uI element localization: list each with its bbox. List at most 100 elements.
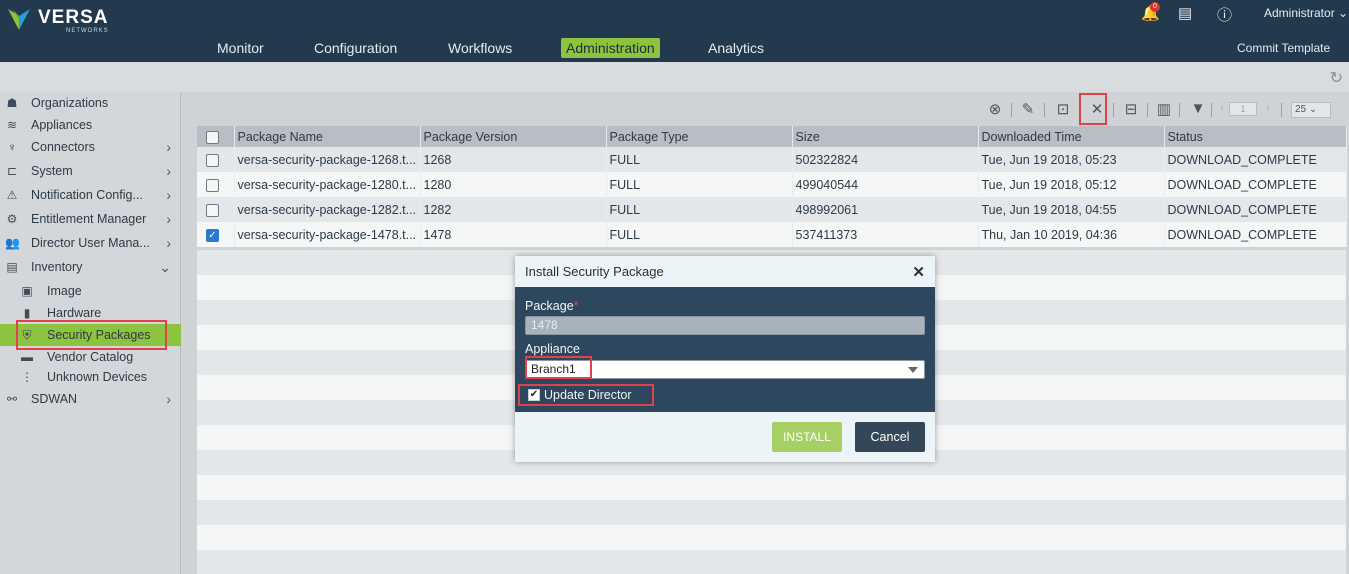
package-name-cell: versa-security-package-1282.t... — [234, 197, 421, 222]
dialog-header: Install Security Package ✕ — [515, 256, 935, 287]
highlight-appliance — [525, 356, 592, 379]
package-type-cell: FULL — [606, 197, 793, 222]
notification-icon: ⚠ — [6, 188, 18, 202]
size-cell: 537411373 — [792, 222, 979, 247]
toolbar-separator — [1281, 103, 1282, 117]
row-checkbox[interactable] — [206, 153, 219, 167]
versa-logo-mark-icon — [8, 9, 30, 30]
sidebar-item-label: Director User Mana... — [31, 236, 150, 250]
tasks-icon[interactable]: ▤ — [1178, 4, 1192, 22]
nav-monitor[interactable]: Monitor — [217, 38, 264, 58]
sidebar-item-entitlement-manager[interactable]: ⚙ Entitlement Manager › — [0, 208, 181, 230]
commit-template-link[interactable]: Commit Template — [1237, 41, 1330, 55]
grid-toolbar: ⊗ ✎ ⊡ ✕ ⊟ ▥ ▼ ‹ 1 › 25 ⌄ — [981, 93, 1341, 125]
sidebar-item-label: Entitlement Manager — [31, 212, 147, 226]
chevron-right-icon: › — [166, 391, 171, 407]
column-header[interactable]: Package Version — [420, 126, 607, 147]
sidebar-item-label: Appliances — [31, 118, 93, 132]
connectors-icon: ♆ — [7, 140, 17, 154]
sidebar-item-organizations[interactable]: ☗ Organizations — [0, 92, 181, 114]
remove-icon[interactable]: ⊟ — [1122, 100, 1140, 118]
cancel-button[interactable]: Cancel — [855, 422, 925, 452]
page-size-select[interactable]: 25 ⌄ — [1291, 102, 1331, 118]
sidebar: ☗ Organizations ≋ Appliances ♆ Connector… — [0, 92, 181, 574]
package-field[interactable]: 1478 — [525, 316, 925, 335]
row-checkbox[interactable] — [206, 203, 219, 217]
column-header[interactable]: Package Type — [606, 126, 793, 147]
install-security-package-dialog: Install Security Package ✕ Package* 1478… — [515, 256, 935, 462]
package-label-text: Package — [525, 299, 574, 313]
page-size-value: 25 — [1295, 104, 1307, 115]
row-select-cell[interactable] — [197, 147, 235, 172]
highlight-security-packages — [16, 320, 167, 350]
system-icon: ⊏ — [6, 164, 18, 178]
column-header[interactable]: Package Name — [234, 126, 421, 147]
package-type-cell: FULL — [606, 172, 793, 197]
column-header[interactable]: Downloaded Time — [978, 126, 1165, 147]
sidebar-item-director-users[interactable]: 👥 Director User Mana... › — [0, 232, 181, 254]
top-header: VERSA NETWORKS Monitor Configuration Wor… — [0, 0, 1349, 62]
select-all-checkbox[interactable] — [206, 130, 219, 144]
sidebar-item-system[interactable]: ⊏ System › — [0, 160, 181, 182]
page-number-input[interactable]: 1 — [1229, 102, 1257, 116]
row-checkbox-checked[interactable]: ✓ — [206, 228, 219, 242]
user-menu[interactable]: Administrator ⌄ — [1264, 6, 1348, 20]
row-select-cell[interactable]: ✓ — [197, 222, 235, 247]
image-icon: ▣ — [21, 284, 33, 298]
downloaded-time-cell: Tue, Jun 19 2018, 05:23 — [978, 147, 1165, 172]
sidebar-item-image[interactable]: ▣ Image — [0, 280, 181, 302]
next-page-icon[interactable]: › — [1259, 100, 1277, 114]
versa-logo[interactable]: VERSA NETWORKS — [4, 4, 114, 34]
column-header[interactable]: Status — [1164, 126, 1347, 147]
sidebar-item-unknown-devices[interactable]: ⋮ Unknown Devices — [0, 366, 181, 388]
chevron-down-icon: ⌄ — [159, 259, 171, 275]
users-icon: 👥 — [5, 236, 20, 250]
edit-icon[interactable]: ✎ — [1019, 100, 1037, 118]
columns-icon[interactable]: ▥ — [1155, 100, 1173, 118]
refresh-icon[interactable]: ↻ — [1330, 68, 1343, 88]
chevron-right-icon: › — [166, 163, 171, 179]
toolbar-separator — [1044, 103, 1045, 117]
bell-icon[interactable]: 🔔 0 — [1141, 2, 1160, 22]
close-icon[interactable]: ✕ — [912, 263, 925, 281]
nav-administration[interactable]: Administration — [561, 38, 660, 58]
status-cell: DOWNLOAD_COMPLETE — [1164, 172, 1347, 197]
table-row[interactable]: versa-security-package-1280.t... 1280 FU… — [197, 172, 1347, 197]
table-row[interactable]: versa-security-package-1268.t... 1268 FU… — [197, 147, 1347, 172]
toolbar-separator — [1011, 103, 1012, 117]
info-icon[interactable]: ⓘ — [1217, 4, 1232, 25]
downloaded-time-cell: Tue, Jun 19 2018, 05:12 — [978, 172, 1165, 197]
required-marker: * — [573, 299, 579, 313]
download-icon[interactable]: ⊡ — [1054, 100, 1072, 118]
nav-configuration[interactable]: Configuration — [314, 38, 397, 58]
sidebar-item-appliances[interactable]: ≋ Appliances — [0, 114, 181, 136]
row-select-cell[interactable] — [197, 172, 235, 197]
dropdown-arrow-icon — [908, 367, 918, 373]
sidebar-item-label: Organizations — [31, 96, 109, 110]
select-all-cell[interactable] — [197, 126, 235, 147]
package-name-cell: versa-security-package-1268.t... — [234, 147, 421, 172]
table-row[interactable]: ✓ versa-security-package-1478.t... 1478 … — [197, 222, 1347, 247]
column-header[interactable]: Size — [792, 126, 979, 147]
sidebar-item-notification-config[interactable]: ⚠ Notification Config... › — [0, 184, 181, 206]
package-name-cell: versa-security-package-1478.t... — [234, 222, 421, 247]
cancel-circle-icon[interactable]: ⊗ — [986, 100, 1004, 118]
notification-badge: 0 — [1150, 2, 1160, 12]
dialog-title: Install Security Package — [525, 264, 664, 279]
sidebar-item-connectors[interactable]: ♆ Connectors › — [0, 136, 181, 158]
row-select-cell[interactable] — [197, 197, 235, 222]
sdwan-icon: ⚯ — [6, 392, 18, 406]
nav-analytics[interactable]: Analytics — [708, 38, 764, 58]
sidebar-item-sdwan[interactable]: ⚯ SDWAN › — [0, 388, 181, 410]
row-checkbox[interactable] — [206, 178, 219, 192]
filter-icon[interactable]: ▼ — [1189, 100, 1207, 117]
chevron-right-icon: › — [166, 211, 171, 227]
downloaded-time-cell: Thu, Jan 10 2019, 04:36 — [978, 222, 1165, 247]
nav-workflows[interactable]: Workflows — [448, 38, 512, 58]
appliance-label: Appliance — [525, 342, 580, 356]
install-button[interactable]: INSTALL — [772, 422, 842, 452]
sidebar-item-inventory[interactable]: ▤ Inventory ⌄ — [0, 256, 181, 278]
toolbar-separator — [1179, 103, 1180, 117]
table-row[interactable]: versa-security-package-1282.t... 1282 FU… — [197, 197, 1347, 222]
unknown-devices-icon: ⋮ — [21, 370, 33, 384]
